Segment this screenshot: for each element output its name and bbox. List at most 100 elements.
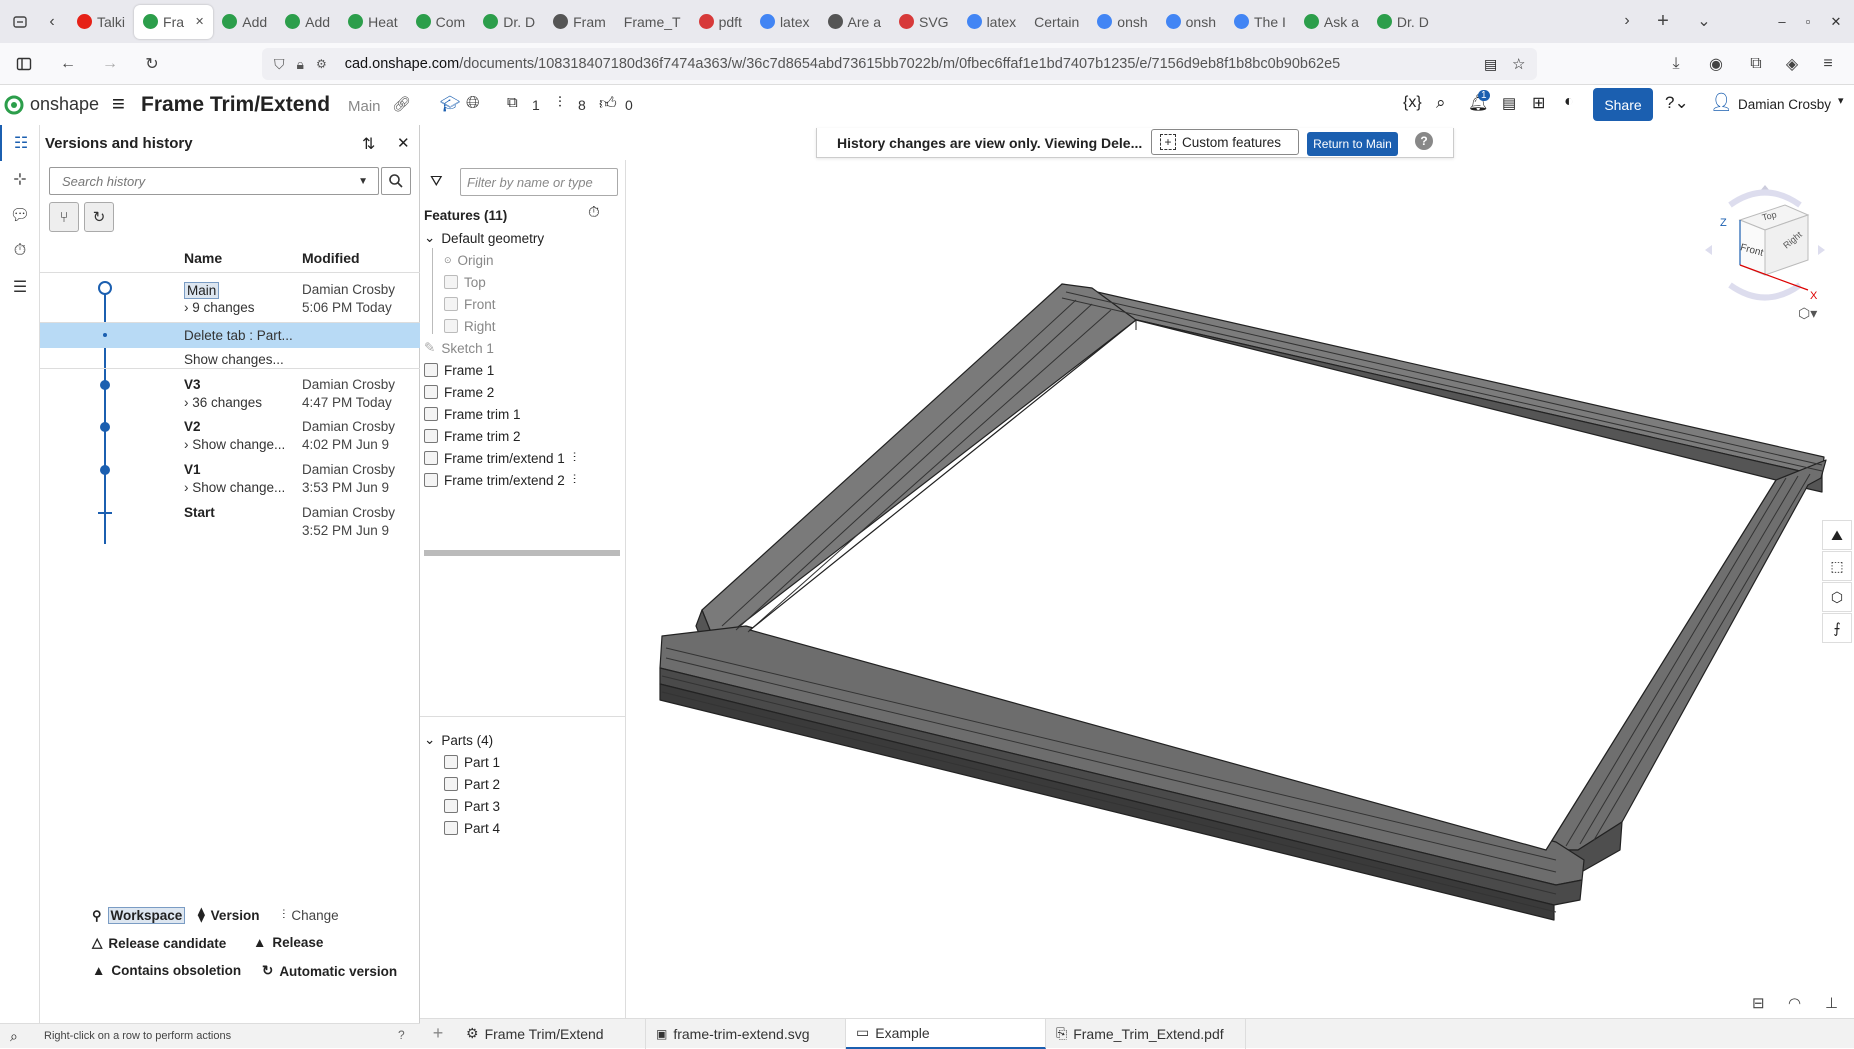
appearance-panel-icon[interactable]: ⛰ xyxy=(1822,520,1852,550)
link-icon[interactable]: 🔗︎ xyxy=(392,95,411,113)
compare-icon[interactable]: ⇅ xyxy=(362,134,375,154)
tab-drawing[interactable]: ▭ Example xyxy=(846,1018,1046,1049)
browser-tab[interactable]: Are a xyxy=(819,5,890,39)
tab-part-studio[interactable]: ⚙ Frame Trim/Extend xyxy=(456,1018,646,1049)
custom-features-button[interactable]: + Custom features xyxy=(1151,129,1299,155)
browser-tab[interactable]: Talki xyxy=(68,5,134,39)
user-name[interactable]: Damian Crosby xyxy=(1738,97,1831,112)
version-row-main[interactable]: Main › 9 changes Damian Crosby 5:06 PM T… xyxy=(40,275,420,325)
frame-model[interactable] xyxy=(626,160,1854,1023)
tab-manager-icon[interactable]: ⌕ xyxy=(10,1028,18,1045)
forward-icon[interactable]: → xyxy=(94,48,126,80)
browser-tab[interactable]: Add xyxy=(276,5,339,39)
address-bar[interactable]: ⛉ 🔒︎ ⚙ cad.onshape.com/documents/1083184… xyxy=(262,48,1537,80)
version-changes[interactable]: › 36 changes xyxy=(184,395,262,410)
section-view-icon[interactable]: ⬡ xyxy=(1822,582,1852,612)
user-menu-chevron-icon[interactable]: ▾ xyxy=(1838,94,1844,107)
return-to-main-button[interactable]: Return to Main xyxy=(1307,132,1398,156)
feature-list-icon[interactable]: ☷ xyxy=(0,125,40,161)
reader-mode-icon[interactable]: ▤ xyxy=(1484,56,1497,73)
shield-extension-icon[interactable]: ◈ xyxy=(1776,48,1808,80)
search-history-button[interactable] xyxy=(381,167,411,195)
part-2[interactable]: Part 2 xyxy=(444,773,500,795)
parts-folder[interactable]: ⌄ Parts (4) xyxy=(424,729,493,751)
add-tab-icon[interactable]: + xyxy=(420,1019,456,1049)
tab-scroll-left-icon[interactable]: ‹ xyxy=(36,6,68,38)
history-icon[interactable]: ⏱︎ xyxy=(0,233,40,269)
feature-frame-trim-extend-1[interactable]: Frame trim/extend 1 ⫶ xyxy=(424,447,576,469)
tab-svg[interactable]: ▣ frame-trim-extend.svg xyxy=(646,1018,846,1049)
comments-icon[interactable]: 💬︎ xyxy=(0,197,40,233)
browser-tab[interactable]: SVG xyxy=(890,5,958,39)
configurations-icon[interactable]: ☰ xyxy=(0,269,40,305)
status-help-icon[interactable]: ? xyxy=(398,1028,405,1042)
sidebar-toggle-icon[interactable] xyxy=(8,48,40,80)
custom-table-icon[interactable]: ⨍ xyxy=(1822,613,1852,643)
user-avatar-icon[interactable]: 👤︎ xyxy=(1710,92,1733,113)
part-4[interactable]: Part 4 xyxy=(444,817,500,839)
hamburger-menu-icon[interactable]: ≡ xyxy=(112,91,125,117)
account-icon[interactable]: ◉ xyxy=(1700,48,1732,80)
3d-viewport[interactable] xyxy=(626,160,1854,1023)
auto-version-filter-button[interactable]: ↻ xyxy=(84,202,114,232)
learning-center-icon[interactable]: 🎓︎ xyxy=(440,94,460,114)
feature-top-plane[interactable]: Top xyxy=(444,271,486,293)
feature-frame-trim-2[interactable]: Frame trim 2 xyxy=(424,425,521,447)
part-1[interactable]: Part 1 xyxy=(444,751,500,773)
tab-overview-icon[interactable] xyxy=(4,6,36,38)
browser-tab[interactable]: Com xyxy=(407,5,475,39)
version-row-selected-change[interactable]: Delete tab : Part... Show changes... xyxy=(40,322,420,368)
mass-properties-icon[interactable]: ◠ xyxy=(1788,994,1801,1012)
browser-tab[interactable]: onsh xyxy=(1157,5,1225,39)
browser-tab[interactable]: Ask a xyxy=(1295,5,1368,39)
filter-icon[interactable]: ⛛ xyxy=(430,173,443,190)
close-window-icon[interactable]: ✕ xyxy=(1818,0,1854,43)
feature-frame-2[interactable]: Frame 2 xyxy=(424,381,494,403)
browser-tab[interactable]: Certain xyxy=(1025,5,1088,39)
version-changes[interactable]: › 9 changes xyxy=(184,300,255,315)
tab-list-icon[interactable]: ⌄ xyxy=(1688,5,1720,37)
new-tab-icon[interactable]: + xyxy=(1647,5,1679,37)
menu-icon[interactable]: ≡ xyxy=(1812,48,1844,80)
rollback-timer-icon[interactable]: ⏱︎ xyxy=(588,204,600,221)
help-icon[interactable]: ?⌄ xyxy=(1665,93,1689,113)
onshape-logo-icon[interactable] xyxy=(4,95,24,115)
search-icon[interactable]: ⌕ xyxy=(1436,93,1446,113)
tab-scroll-right-icon[interactable]: › xyxy=(1611,5,1643,37)
close-tab-icon[interactable]: ✕ xyxy=(195,15,204,28)
reload-icon[interactable]: ↻ xyxy=(136,48,168,80)
versions-count-icon[interactable]: ⫶ xyxy=(558,94,562,111)
extensions-icon[interactable]: ⧉ xyxy=(1740,48,1772,80)
feature-frame-trim-extend-2[interactable]: Frame trim/extend 2 ⫶ xyxy=(424,469,576,491)
browser-tab[interactable]: pdft xyxy=(690,5,751,39)
display-states-icon[interactable]: ⬚ xyxy=(1822,551,1852,581)
part-3[interactable]: Part 3 xyxy=(444,795,500,817)
branch-filter-button[interactable]: ⑂ xyxy=(49,202,79,232)
document-title[interactable]: Frame Trim/Extend xyxy=(141,93,330,117)
banner-help-icon[interactable]: ? xyxy=(1415,132,1433,150)
browser-tab[interactable]: The I xyxy=(1225,5,1295,39)
feature-frame-trim-1[interactable]: Frame trim 1 xyxy=(424,403,521,425)
version-row-v3[interactable]: V3 › 36 changes Damian Crosby 4:47 PM To… xyxy=(40,368,420,412)
browser-tab[interactable]: Dr. D xyxy=(1368,5,1438,39)
version-row-start[interactable]: Start Damian Crosby 3:52 PM Jun 9 xyxy=(40,495,420,539)
list-icon[interactable]: ▤ xyxy=(1502,94,1516,112)
globe-icon[interactable]: 🌐︎ xyxy=(466,93,480,113)
version-row-v1[interactable]: V1 › Show change... Damian Crosby 3:53 P… xyxy=(40,453,420,495)
measure-icon[interactable]: ⊟ xyxy=(1752,994,1765,1012)
parts-count-icon[interactable]: ⧉ xyxy=(507,94,518,111)
browser-tab[interactable]: Heat xyxy=(339,5,407,39)
branch-label[interactable]: Main xyxy=(348,98,381,115)
view-options-icon[interactable]: ⬡▾ xyxy=(1798,305,1817,322)
browser-tab[interactable]: Dr. D xyxy=(474,5,544,39)
browser-tab[interactable]: onsh xyxy=(1088,5,1156,39)
version-changes[interactable]: › Show change... xyxy=(184,437,285,452)
browser-tab[interactable]: latex xyxy=(751,5,819,39)
browser-tab[interactable]: Fra ✕ xyxy=(134,4,214,39)
version-row-v2[interactable]: V2 › Show change... Damian Crosby 4:02 P… xyxy=(40,411,420,453)
close-panel-icon[interactable]: ✕ xyxy=(397,134,410,152)
back-icon[interactable]: ← xyxy=(52,48,84,80)
browser-tab[interactable]: Add xyxy=(213,5,276,39)
sketch-tools-icon[interactable]: ⊥ xyxy=(1825,994,1838,1012)
tab-pdf[interactable]: ⎘ Frame_Trim_Extend.pdf xyxy=(1046,1018,1246,1049)
